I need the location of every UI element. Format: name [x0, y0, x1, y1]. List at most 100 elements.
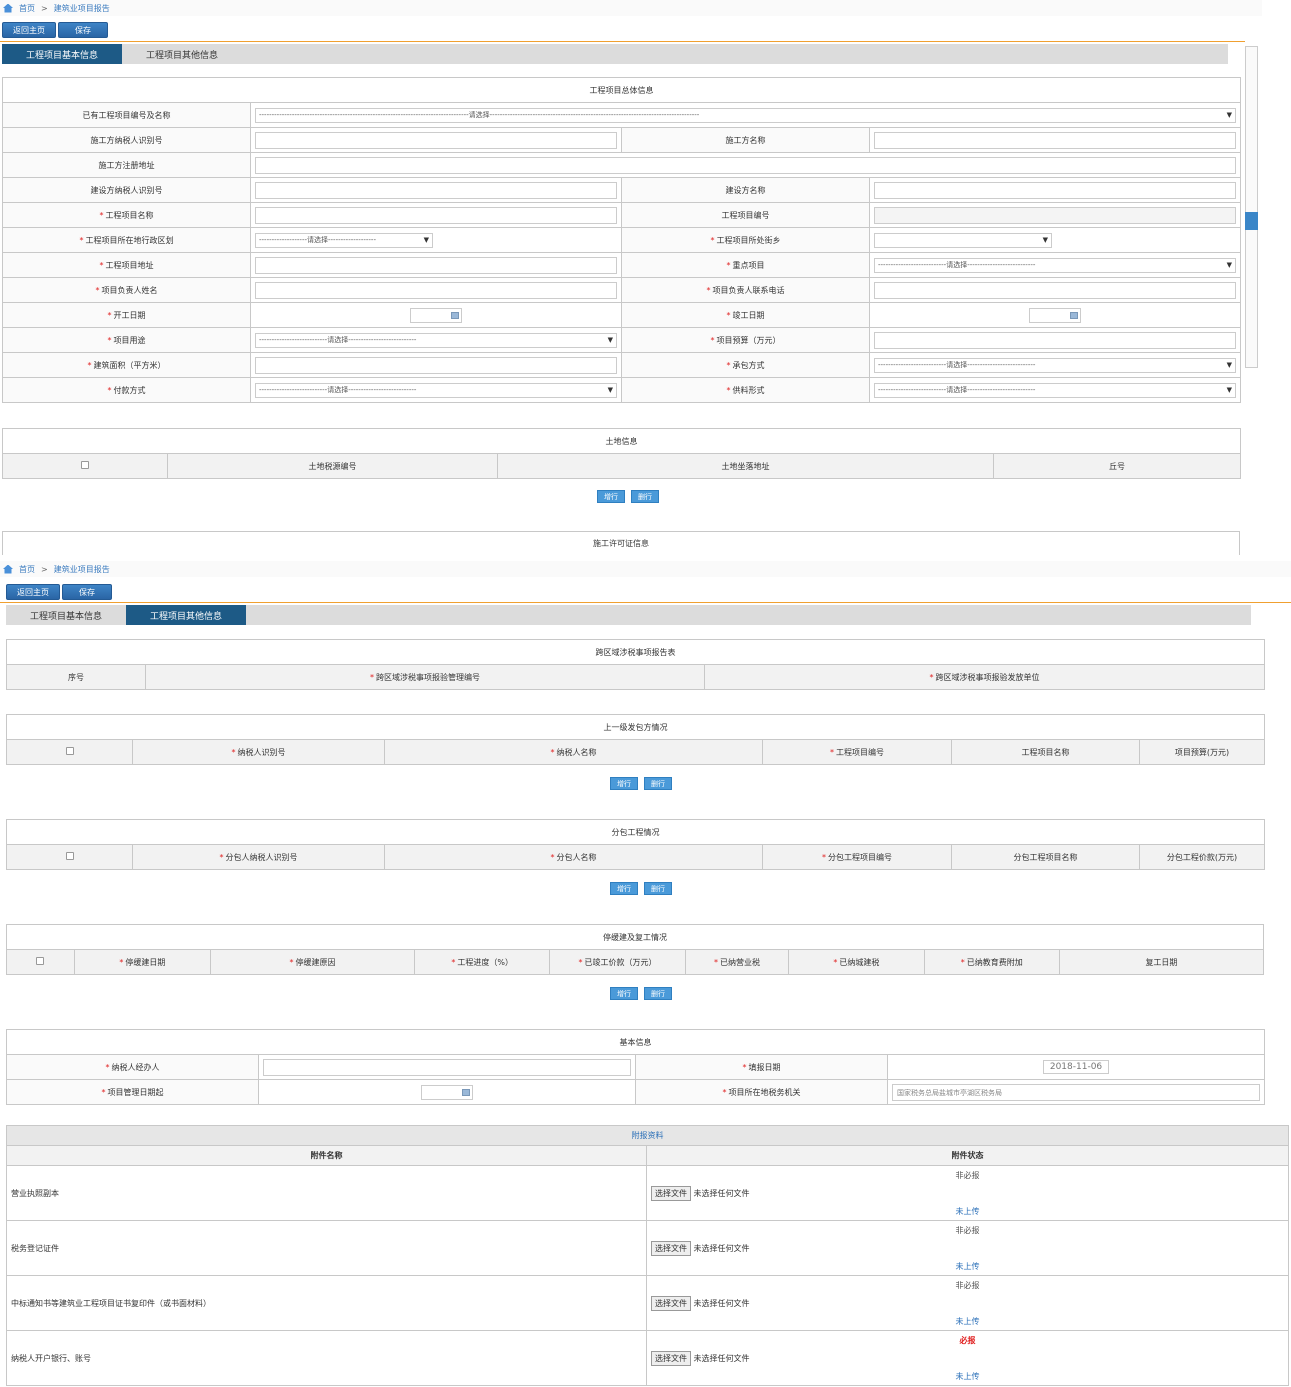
cross-region-table: 跨区域涉税事项报告表 序号 * 跨区域涉税事项报验管理编号 * 跨区域涉税事项报验发…: [5, 639, 1266, 690]
choose-file-button[interactable]: 选择文件: [651, 1185, 691, 1201]
choose-file-button[interactable]: 选择文件: [651, 1295, 691, 1311]
suspend-table: 停缓建及复工情况 * 停缓建日期 * 停缓建原因 * 工程进度（%） * 已竣工价款（万…: [6, 924, 1265, 975]
col-header: 附件名称: [6, 1145, 647, 1166]
divider: [0, 602, 1291, 603]
label-builder-taxid: 施工方纳税人识别号: [2, 127, 251, 153]
scrollbar[interactable]: [1245, 46, 1258, 368]
project-address-input[interactable]: [255, 256, 617, 274]
tab-other-info[interactable]: 工程项目其他信息: [122, 44, 242, 64]
section-title: 土地信息: [2, 428, 1241, 454]
delete-row-button[interactable]: 删行: [644, 882, 672, 895]
home-icon[interactable]: [3, 564, 13, 574]
scroll-handle[interactable]: [1245, 212, 1258, 230]
builder-name-input[interactable]: [874, 131, 1236, 149]
supply-select[interactable]: ---------------------------请选择----------…: [874, 382, 1236, 398]
existing-project-select[interactable]: ----------------------------------------…: [255, 107, 1236, 123]
label-fill-date: * 填报日期: [635, 1054, 888, 1080]
tab-bar: 工程项目基本信息 工程项目其他信息: [2, 44, 1228, 64]
start-date-picker[interactable]: [410, 307, 462, 323]
region-select[interactable]: -------------------请选择------------------…: [255, 232, 433, 248]
area-input[interactable]: [255, 356, 617, 374]
label-payment: * 付款方式: [2, 377, 251, 403]
end-date-picker[interactable]: [1029, 307, 1081, 323]
owner-taxid-input[interactable]: [255, 181, 617, 199]
tab-basic-info[interactable]: 工程项目基本信息: [2, 44, 123, 64]
key-project-select[interactable]: ---------------------------请选择----------…: [874, 257, 1236, 273]
attach-required-status: 非必报: [955, 1171, 980, 1180]
delete-row-button[interactable]: 删行: [644, 987, 672, 1000]
chevron-down-icon: ▼: [1226, 111, 1232, 119]
add-row-button[interactable]: 增行: [610, 987, 638, 1000]
breadcrumb-separator: >: [41, 3, 48, 13]
attach-required-status: 必报: [959, 1336, 976, 1345]
chevron-down-icon: ▼: [423, 236, 429, 244]
breadcrumb-home[interactable]: 首页: [19, 564, 35, 575]
col-header: * 已纳营业税: [684, 949, 790, 975]
contract-mode-select[interactable]: ---------------------------请选择----------…: [874, 357, 1236, 373]
add-row-button[interactable]: 增行: [610, 882, 638, 895]
back-home-button[interactable]: 返回主页: [6, 584, 60, 600]
label-budget: * 项目预算（万元）: [621, 327, 870, 353]
breadcrumb-current: 建筑业项目报告: [53, 3, 110, 13]
col-header: 附件状态: [646, 1145, 1289, 1166]
col-header: * 分包人纳税人识别号: [132, 844, 385, 870]
select-all-checkbox[interactable]: [65, 852, 74, 860]
basic-info-table: 基本信息 * 纳税人经办人 * 填报日期 2018-11-06 * 项目管理日期起 *…: [6, 1029, 1265, 1105]
deadline-date-picker[interactable]: [421, 1084, 473, 1100]
owner-name-input[interactable]: [874, 181, 1236, 199]
save-button[interactable]: 保存: [62, 584, 112, 600]
col-header: * 停缓建日期: [73, 949, 212, 975]
section-title: 跨区域涉税事项报告表: [5, 639, 1266, 665]
attach-required-status: 非必报: [955, 1226, 980, 1235]
breadcrumb: 首页 > 建筑业项目报告: [0, 0, 1262, 16]
choose-file-button[interactable]: 选择文件: [651, 1240, 691, 1256]
save-button[interactable]: 保存: [58, 22, 108, 38]
add-row-button[interactable]: 增行: [597, 490, 625, 503]
budget-input[interactable]: [874, 331, 1236, 349]
delete-row-button[interactable]: 删行: [644, 777, 672, 790]
payment-select[interactable]: ---------------------------请选择----------…: [255, 382, 617, 398]
section-title: 上一级发包方情况: [5, 714, 1266, 740]
col-header: * 停缓建原因: [210, 949, 416, 975]
back-home-button[interactable]: 返回主页: [2, 22, 56, 38]
fill-date-value: 2018-11-06: [1042, 1060, 1110, 1074]
toolbar: 返回主页 保存: [2, 22, 108, 38]
project-info-table: 工程项目总体信息 已有工程项目编号及名称 -------------------…: [2, 77, 1241, 403]
chevron-down-icon: ▼: [1226, 361, 1232, 369]
permit-table: 施工许可证信息: [2, 531, 1240, 555]
usage-select[interactable]: ---------------------------请选择----------…: [255, 332, 617, 348]
label-agent: * 纳税人经办人: [6, 1054, 259, 1080]
select-all-checkbox[interactable]: [81, 461, 89, 469]
home-icon[interactable]: [3, 3, 13, 13]
street-select[interactable]: ▼: [874, 232, 1052, 248]
label-project-code: 工程项目编号: [621, 202, 870, 228]
label-street: * 工程项目所处街乡: [621, 227, 870, 253]
delete-row-button[interactable]: 删行: [631, 490, 659, 503]
breadcrumb-home[interactable]: 首页: [19, 3, 35, 14]
builder-taxid-input[interactable]: [255, 131, 617, 149]
select-all-checkbox[interactable]: [65, 747, 74, 755]
file-status: 未选择任何文件: [693, 1298, 750, 1308]
choose-file-button[interactable]: 选择文件: [651, 1350, 691, 1366]
add-row-button[interactable]: 增行: [610, 777, 638, 790]
file-status: 未选择任何文件: [693, 1188, 750, 1198]
col-header: * 已纳城建税: [788, 949, 925, 975]
project-name-input[interactable]: [255, 206, 617, 224]
tab-other-info[interactable]: 工程项目其他信息: [126, 605, 247, 625]
tab-basic-info[interactable]: 工程项目基本信息: [6, 605, 126, 625]
label-supply: * 供料形式: [621, 377, 870, 403]
agent-input[interactable]: [263, 1058, 631, 1076]
builder-address-input[interactable]: [255, 156, 1236, 174]
manager-name-input[interactable]: [255, 281, 617, 299]
label-contract-mode: * 承包方式: [621, 352, 870, 378]
manager-phone-input[interactable]: [874, 281, 1236, 299]
upper-contractor-table: 上一级发包方情况 * 纳税人识别号 * 纳税人名称 * 工程项目编号 工程项目名称 项…: [5, 714, 1266, 765]
select-all-checkbox[interactable]: [36, 957, 45, 965]
label-owner-name: 建设方名称: [621, 177, 870, 203]
divider: [0, 41, 1245, 42]
upload-status: 未上传: [955, 1262, 980, 1271]
section-title: 基本信息: [6, 1029, 1265, 1055]
breadcrumb-current: 建筑业项目报告: [53, 564, 110, 574]
col-header: 土地税源编号: [167, 453, 498, 479]
col-header: 丘号: [993, 453, 1241, 479]
